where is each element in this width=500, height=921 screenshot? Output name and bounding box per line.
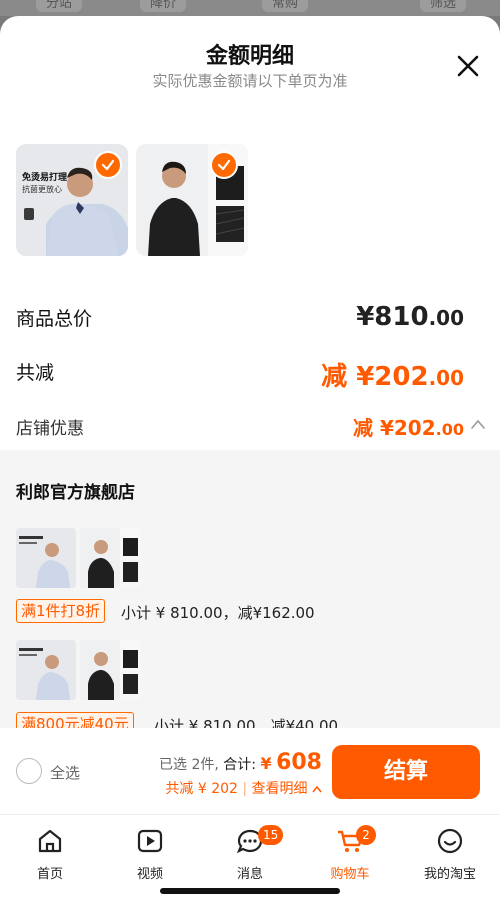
product-image-shirt-light [16, 528, 76, 588]
promo-product-thumbnail [16, 640, 76, 700]
video-icon [137, 829, 163, 853]
store-discount-panel: 利郎官方旗舰店 满1件打8折 小计 ¥ 810.00，减¥162.00 满800… [0, 450, 500, 736]
filter-chip: 降价 [140, 0, 187, 12]
selected-summary: 已选 2件, 合计: ¥ 608 [159, 750, 322, 775]
shop-discount-label: 店铺优惠 [16, 419, 84, 439]
reduce-summary[interactable]: 共减 ¥ 202 | 查看明细 [165, 778, 322, 798]
select-all-label[interactable]: 全选 [50, 762, 80, 783]
store-name: 利郎官方旗舰店 [16, 483, 135, 503]
amount-detail-sheet: 金额明细 实际优惠金额请以下单页为准 免烫易打理 抗菌更放心 商品总价 ¥810… [0, 16, 500, 921]
product-selected-check[interactable] [210, 151, 238, 179]
goods-total-value: ¥810.00 [356, 302, 464, 332]
sheet-title: 金额明细 [205, 44, 294, 69]
total-value: 608 [276, 750, 322, 775]
shop-discount-decimal: .00 [435, 420, 464, 439]
product-image-jacket-black [80, 528, 140, 588]
message-count-badge: 15 [258, 825, 284, 845]
tab-label: 视频 [136, 867, 163, 882]
separator: | [242, 781, 248, 797]
view-detail-link[interactable]: 查看明细 [252, 781, 308, 797]
total-label: 合计: [223, 757, 257, 773]
tab-label: 首页 [36, 867, 63, 882]
chevron-up-icon[interactable] [470, 418, 486, 430]
total-currency: ¥ [260, 754, 272, 773]
promo-product-thumbnail [16, 528, 76, 588]
tab-cart[interactable]: 2 购物车 [300, 823, 400, 883]
product-selected-check[interactable] [94, 151, 122, 179]
product-promo-sub: 抗菌更放心 [22, 185, 62, 194]
total-reduce-value: 减 ¥202.00 [321, 356, 464, 393]
home-indicator [160, 888, 340, 894]
tab-messages[interactable]: 15 消息 [200, 823, 300, 883]
tab-label: 购物车 [330, 867, 370, 882]
checkout-bar: 全选 已选 2件, 合计: ¥ 608 共减 ¥ 202 | 查看明细 结算 [0, 728, 500, 814]
chevron-up-icon [312, 785, 322, 793]
cart-count-badge: 2 [356, 825, 376, 845]
filter-chip: 筛选 [420, 0, 467, 12]
select-all-radio[interactable] [16, 758, 42, 784]
filter-chip: 常购 [262, 0, 309, 12]
product-promo-badge: 免烫易打理 [22, 173, 68, 183]
reduce-text: 共减 ¥ 202 [165, 781, 238, 797]
goods-total-decimal: .00 [428, 306, 464, 330]
sheet-subtitle: 实际优惠金额请以下单页为准 [152, 72, 348, 90]
total-reduce-decimal: .00 [428, 366, 464, 390]
shop-discount-value[interactable]: 减 ¥202.00 [353, 412, 464, 441]
goods-total-integer: ¥810 [356, 302, 429, 332]
promo-tag: 满1件打8折 [16, 599, 106, 623]
profile-icon [437, 828, 463, 854]
selected-count: 已选 2件, [159, 757, 219, 773]
tab-profile[interactable]: 我的淘宝 [400, 823, 500, 883]
tab-video[interactable]: 视频 [100, 823, 200, 883]
checkmark-icon [101, 159, 115, 171]
tab-label: 我的淘宝 [423, 867, 476, 882]
tab-home[interactable]: 首页 [0, 823, 100, 883]
background-filter-bar: 分站 降价 常购 筛选 [0, 0, 500, 16]
promo-product-thumbnail [80, 528, 140, 588]
checkmark-icon [217, 159, 231, 171]
shop-discount-integer: 减 ¥202 [353, 416, 436, 440]
close-button[interactable] [456, 54, 480, 78]
filter-chip: 分站 [36, 0, 83, 12]
promo-subtotal-text: 小计 ¥ 810.00，减¥162.00 [121, 604, 315, 622]
checkout-button[interactable]: 结算 [332, 745, 480, 799]
goods-total-label: 商品总价 [16, 308, 93, 330]
total-reduce-label: 共减 [16, 362, 55, 384]
total-reduce-integer: 减 ¥202 [321, 362, 429, 392]
bottom-tab-bar: 首页 视频 15 消息 2 购物车 我的淘宝 [0, 814, 500, 921]
product-image-shirt-light [16, 640, 76, 700]
home-icon [38, 829, 62, 853]
tab-label: 消息 [236, 867, 263, 882]
promo-product-thumbnail [80, 640, 140, 700]
close-icon [457, 55, 479, 77]
product-image-jacket-black [80, 640, 140, 700]
